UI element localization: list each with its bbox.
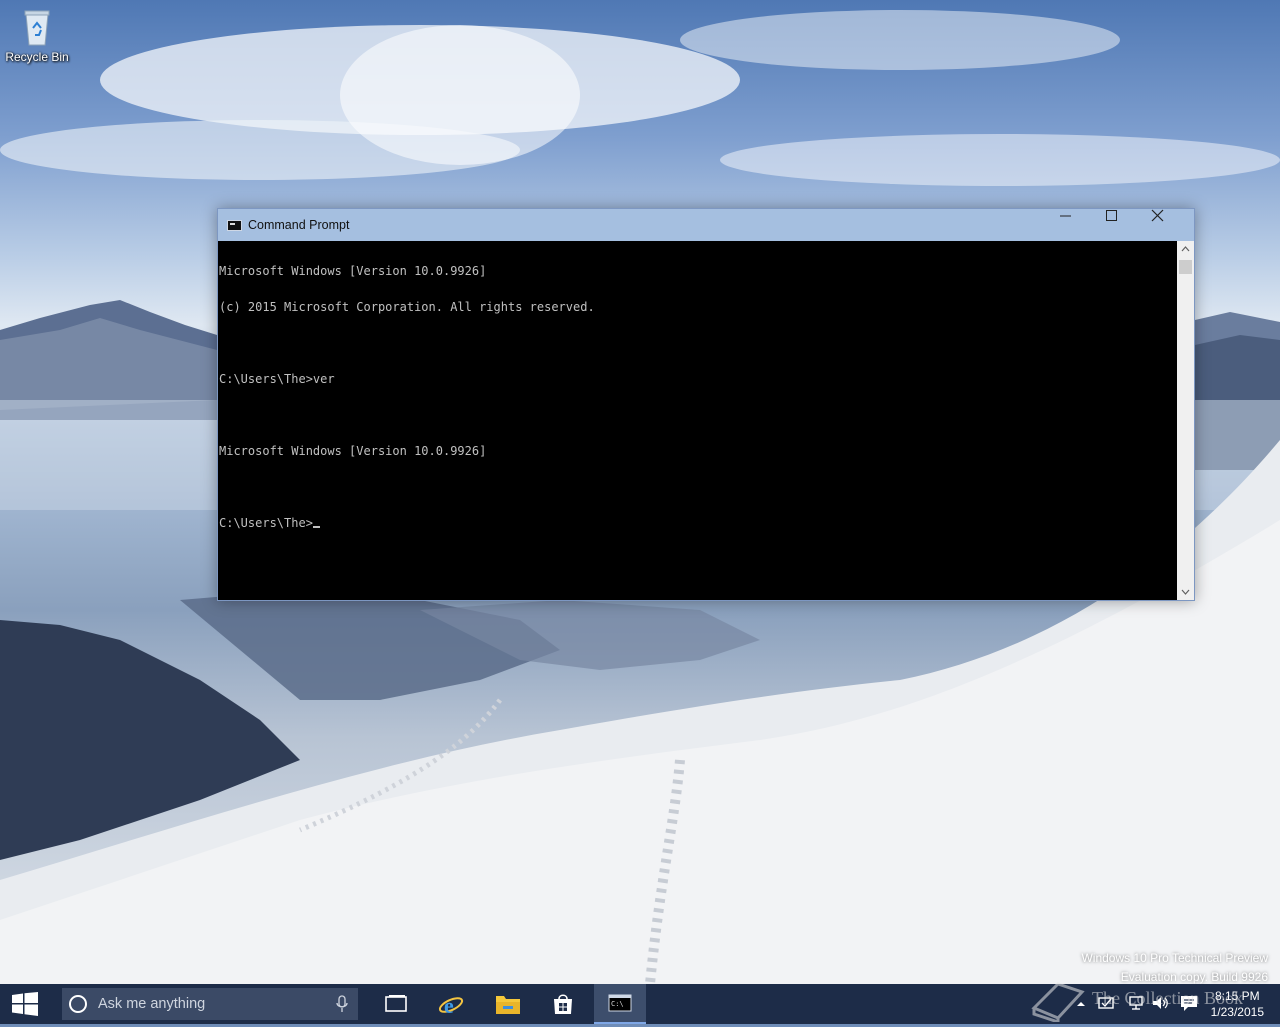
desktop: Recycle Bin Command Prompt Microsoft Win… <box>0 0 1280 984</box>
microphone-icon[interactable] <box>336 995 348 1013</box>
taskbar-file-explorer[interactable] <box>481 984 533 1024</box>
desktop-icon-recycle-bin[interactable]: Recycle Bin <box>4 6 70 76</box>
svg-text:e: e <box>444 993 454 1018</box>
close-button[interactable] <box>1150 209 1196 237</box>
maximize-button[interactable] <box>1104 209 1150 237</box>
scrollbar-thumb[interactable] <box>1179 260 1192 274</box>
windows-logo-icon <box>12 992 38 1016</box>
maximize-icon <box>1106 210 1117 221</box>
recycle-bin-label: Recycle Bin <box>5 50 69 64</box>
close-icon <box>1151 209 1164 222</box>
console-line: (c) 2015 Microsoft Corporation. All righ… <box>219 300 595 314</box>
console-prompt-line[interactable]: C:\Users\The> <box>219 517 1179 529</box>
taskbar-command-prompt[interactable]: C:\ <box>594 984 646 1024</box>
folder-icon <box>496 996 520 1014</box>
store-icon <box>554 994 572 1014</box>
start-button[interactable] <box>0 984 48 1024</box>
console-line: C:\Users\The>ver <box>219 372 335 386</box>
minimize-button[interactable] <box>1058 209 1104 237</box>
title-bar[interactable]: Command Prompt <box>218 209 1194 241</box>
scroll-up-button[interactable] <box>1177 241 1194 258</box>
svg-text:C:\: C:\ <box>611 1000 624 1008</box>
chevron-up-icon <box>1181 246 1190 252</box>
watermark-line-1: Windows 10 Pro Technical Preview <box>1081 951 1268 965</box>
command-prompt-icon <box>227 220 242 231</box>
taskbar-store[interactable] <box>537 984 589 1024</box>
text-cursor <box>312 526 320 528</box>
cortana-icon <box>69 995 87 1013</box>
collection-book-watermark-logo: The Collection Book <box>1030 978 1260 1025</box>
search-box[interactable]: Ask me anything <box>62 988 358 1020</box>
vertical-scrollbar[interactable] <box>1177 241 1194 600</box>
chevron-down-icon <box>1181 589 1190 595</box>
minimize-icon <box>1060 215 1071 217</box>
console-line: Microsoft Windows [Version 10.0.9926] <box>219 264 487 278</box>
book-logo-icon <box>1031 982 1085 1025</box>
command-prompt-window[interactable]: Command Prompt Microsoft Windows [Versio… <box>217 208 1195 601</box>
scroll-down-button[interactable] <box>1177 583 1194 600</box>
console-output[interactable]: Microsoft Windows [Version 10.0.9926] (c… <box>218 241 1179 600</box>
task-view-icon <box>385 995 407 1012</box>
collection-book-text: The Collection Book <box>1092 988 1243 1008</box>
taskbar-task-view-button[interactable] <box>370 984 422 1024</box>
search-placeholder: Ask me anything <box>98 996 206 1012</box>
taskbar-internet-explorer[interactable]: e <box>424 984 476 1024</box>
command-prompt-icon: C:\ <box>608 994 632 1012</box>
recycle-bin-icon <box>22 8 52 46</box>
console-prompt: C:\Users\The> <box>219 516 313 530</box>
window-title: Command Prompt <box>248 218 350 232</box>
internet-explorer-icon: e <box>438 993 464 1018</box>
console-line: Microsoft Windows [Version 10.0.9926] <box>219 444 487 458</box>
